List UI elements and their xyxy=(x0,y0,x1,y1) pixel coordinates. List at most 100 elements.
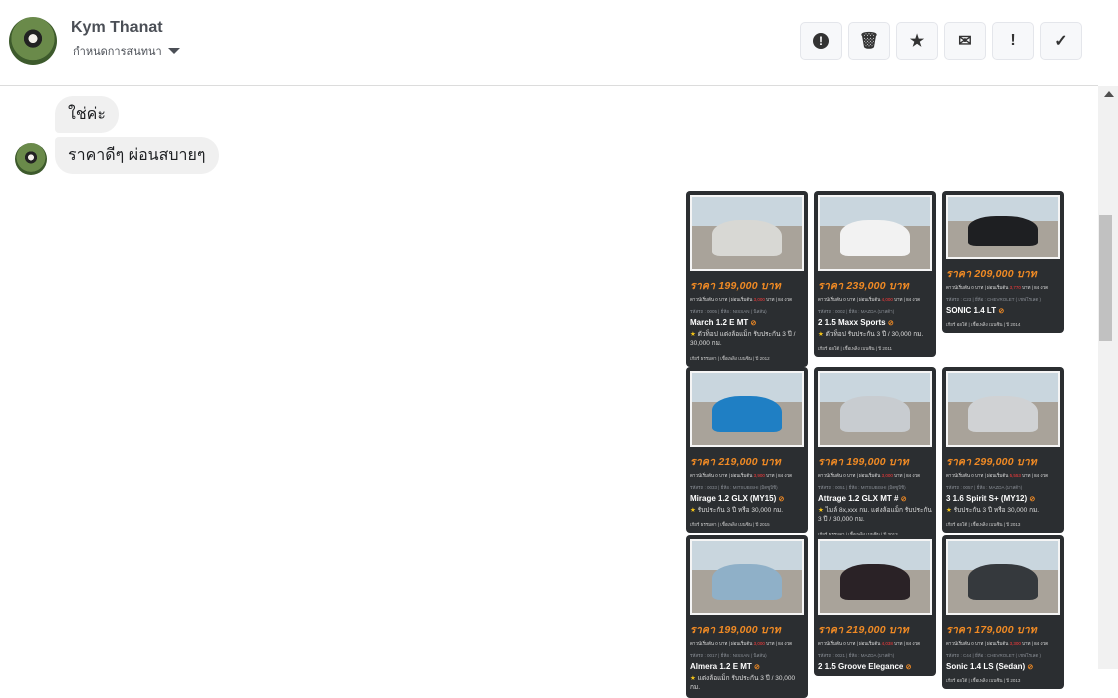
exclamation-button[interactable]: ! xyxy=(992,22,1034,60)
star-icon: ★ xyxy=(818,331,824,338)
car-spec: รหัสรถ : 0021 | ยี่ห้อ : MAZDA (มาสด้า) xyxy=(818,653,895,658)
conversation-settings-dropdown[interactable]: กำหนดการสนทนา xyxy=(73,42,180,60)
envelope-button[interactable]: ✉ xyxy=(944,22,986,60)
car-title: March 1.2 E MT ⊘ xyxy=(690,318,757,327)
sender-avatar xyxy=(15,143,47,175)
finance-info: ดาวน์เริ่มต้น 0 บาท | ผ่อนเริ่มต้น 4,000… xyxy=(818,297,921,302)
finance-info: ดาวน์เริ่มต้น 0 บาท | ผ่อนเริ่มต้น 3,000… xyxy=(690,297,793,302)
finance-info: ดาวน์เริ่มต้น 0 บาท | ผ่อนเริ่มต้น 3,000… xyxy=(690,641,793,646)
car-price: ราคา 209,000 บาท xyxy=(946,268,1037,280)
star-icon: ★ xyxy=(690,507,696,514)
car-footer: เกียร์ ธรรมดา | เชื้อเพลิง เบนซิน | ปี 2… xyxy=(690,355,770,361)
scrollbar[interactable] xyxy=(1098,86,1118,669)
car-listing-card[interactable]: ราคา 199,000 บาท ดาวน์เริ่มต้น 0 บาท | ผ… xyxy=(814,367,936,543)
action-toolbar: ! 🗑 ★ ✉! ✓ xyxy=(800,22,1082,60)
verified-icon: ⊘ xyxy=(887,320,894,327)
car-spec: รหัสรถ : C44 | ยี่ห้อ : CHEVROLET ( เชฟโ… xyxy=(946,653,1042,658)
car-price: ราคา 199,000 บาท xyxy=(818,456,909,468)
car-title: 3 1.6 Spirit S+ (MY12) ⊘ xyxy=(946,494,1036,503)
car-photo xyxy=(946,195,1060,259)
car-listing-card[interactable]: ราคา 179,000 บาท ดาวน์เริ่มต้น 0 บาท | ผ… xyxy=(942,535,1064,689)
star-icon: ★ xyxy=(946,507,952,514)
star-icon: ★ xyxy=(690,675,696,682)
star-icon: ★ xyxy=(909,33,925,50)
finance-info: ดาวน์เริ่มต้น 0 บาท | ผ่อนเริ่มต้น 3,900… xyxy=(690,473,793,478)
trash-button[interactable]: 🗑 xyxy=(848,22,890,60)
car-title: 2 1.5 Maxx Sports ⊘ xyxy=(818,318,894,327)
car-spec: รหัสรถ : 0033 | ยี่ห้อ : MITSUBISHI (มิต… xyxy=(690,485,778,490)
car-title: Almera 1.2 E MT ⊘ xyxy=(690,662,760,671)
star-button[interactable]: ★ xyxy=(896,22,938,60)
car-listing-card[interactable]: ราคา 299,000 บาท ดาวน์เริ่มต้น 0 บาท | ผ… xyxy=(942,367,1064,534)
verified-icon: ⊘ xyxy=(750,320,757,327)
car-spec: รหัสรถ : 0057 | ยี่ห้อ : MAZDA (มาสด้า) xyxy=(946,485,1023,490)
car-photo xyxy=(946,371,1060,447)
car-spec: รหัสรถ : 0017 | ยี่ห้อ : NISSAN ( นิสสัน… xyxy=(690,653,767,658)
car-feature: ★ ตัวท็อป รับประกัน 3 ปี / 30,000 กม. xyxy=(818,331,924,338)
car-listing-card[interactable]: ราคา 219,000 บาท ดาวน์เริ่มต้น 0 บาท | ผ… xyxy=(814,535,936,676)
finance-info: ดาวน์เริ่มต้น 0 บาท | ผ่อนเริ่มต้น 3,300… xyxy=(946,641,1049,646)
message-bubble: ราคาดีๆ ผ่อนสบายๆ xyxy=(55,137,219,174)
verified-icon: ⊘ xyxy=(1027,664,1034,671)
car-photo xyxy=(690,195,804,271)
exclamation-icon: ! xyxy=(1010,32,1016,49)
car-price: ราคา 199,000 บาท xyxy=(690,624,781,636)
car-price: ราคา 179,000 บาท xyxy=(946,624,1037,636)
car-listing-card[interactable]: ราคา 239,000 บาท ดาวน์เริ่มต้น 0 บาท | ผ… xyxy=(814,191,936,358)
conversation-header: Kym Thanat กำหนดการสนทนา ! 🗑 ★ ✉! ✓ xyxy=(0,0,1098,86)
car-price: ราคา 219,000 บาท xyxy=(690,456,781,468)
finance-info: ดาวน์เริ่มต้น 0 บาท | ผ่อนเริ่มต้น 4,038… xyxy=(818,641,921,646)
car-footer: เกียร์ ธรรมดา | เชื้อเพลิง เบนซิน | ปี 2… xyxy=(690,522,770,528)
verified-icon: ⊘ xyxy=(1029,496,1036,503)
message-bubble: ใช่ค่ะ xyxy=(55,96,119,133)
check-button[interactable]: ✓ xyxy=(1040,22,1082,60)
car-price: ราคา 199,000 บาท xyxy=(690,280,781,292)
verified-icon: ⊘ xyxy=(900,496,907,503)
car-photo xyxy=(818,539,932,615)
verified-icon: ⊘ xyxy=(998,308,1005,315)
car-feature: ★ ตัวท็อป แต่งล้อแม็ก รับประกัน 3 ปี / 3… xyxy=(690,331,796,348)
car-price: ราคา 299,000 บาท xyxy=(946,456,1037,468)
trash-icon: 🗑 xyxy=(858,33,880,50)
star-icon: ★ xyxy=(690,331,696,338)
car-spec: รหัสรถ : 0005 | ยี่ห้อ : NISSAN ( นิสสัน… xyxy=(690,309,767,314)
car-footer: เกียร์ ออโต้ | เชื้อเพลิง เบนซิน | ปี 20… xyxy=(946,322,1021,327)
contact-name[interactable]: Kym Thanat xyxy=(71,19,163,37)
scrollbar-thumb[interactable] xyxy=(1099,215,1112,341)
car-listing-card[interactable]: ราคา 219,000 บาท ดาวน์เริ่มต้น 0 บาท | ผ… xyxy=(686,367,808,534)
car-price: ราคา 239,000 บาท xyxy=(818,280,909,292)
car-photo xyxy=(946,539,1060,615)
verified-icon: ⊘ xyxy=(778,496,785,503)
car-feature: ★ รับประกัน 3 ปี หรือ 30,000 กม. xyxy=(946,507,1040,514)
verified-icon: ⊘ xyxy=(905,664,912,671)
car-price: ราคา 219,000 บาท xyxy=(818,624,909,636)
car-spec: รหัสรถ : C23 | ยี่ห้อ : CHEVROLET ( เชฟโ… xyxy=(946,297,1042,302)
car-title: 2 1.5 Groove Elegance ⊘ xyxy=(818,662,912,671)
report-icon: ! xyxy=(813,33,829,49)
car-listing-card[interactable]: ราคา 199,000 บาท ดาวน์เริ่มต้น 0 บาท | ผ… xyxy=(686,535,808,698)
car-feature: ★ รับประกัน 3 ปี หรือ 30,000 กม. xyxy=(690,507,784,514)
car-photo xyxy=(818,195,932,271)
car-photo xyxy=(690,539,804,615)
car-title: Attrage 1.2 GLX MT # ⊘ xyxy=(818,494,907,503)
car-spec: รหัสรถ : 0051 | ยี่ห้อ : MITSUBISHI (มิต… xyxy=(818,485,906,490)
car-feature: ★ แต่งล้อแม็ก รับประกัน 3 ปี / 30,000 กม… xyxy=(690,675,796,692)
car-feature: ★ ไมล์ 8x,xxx กม. แต่งล้อแม็ก รับประกัน … xyxy=(818,507,932,524)
scroll-up-arrow-icon[interactable] xyxy=(1104,91,1114,97)
car-footer: เกียร์ ออโต้ | เชื้อเพลิง เบนซิน | ปี 20… xyxy=(946,678,1021,683)
verified-icon: ⊘ xyxy=(754,664,760,671)
car-listing-card[interactable]: ราคา 199,000 บาท ดาวน์เริ่มต้น 0 บาท | ผ… xyxy=(686,191,808,367)
caret-down-icon xyxy=(167,48,180,54)
car-title: Mirage 1.2 GLX (MY15) ⊘ xyxy=(690,494,785,503)
car-spec: รหัสรถ : 0002 | ยี่ห้อ : MAZDA (มาสด้า) xyxy=(818,309,895,314)
check-icon: ✓ xyxy=(1054,33,1068,50)
car-photo xyxy=(690,371,804,447)
car-listing-card[interactable]: ราคา 209,000 บาท ดาวน์เริ่มต้น 0 บาท | ผ… xyxy=(942,191,1064,333)
car-footer: เกียร์ ออโต้ | เชื้อเพลิง เบนซิน | ปี 20… xyxy=(818,346,893,352)
car-title: SONIC 1.4 LT ⊘ xyxy=(946,306,1005,315)
finance-info: ดาวน์เริ่มต้น 0 บาท | ผ่อนเริ่มต้น 5,553… xyxy=(946,473,1049,478)
car-photo xyxy=(818,371,932,447)
contact-avatar[interactable] xyxy=(9,17,57,65)
report-button[interactable]: ! xyxy=(800,22,842,60)
star-icon: ★ xyxy=(818,507,824,514)
